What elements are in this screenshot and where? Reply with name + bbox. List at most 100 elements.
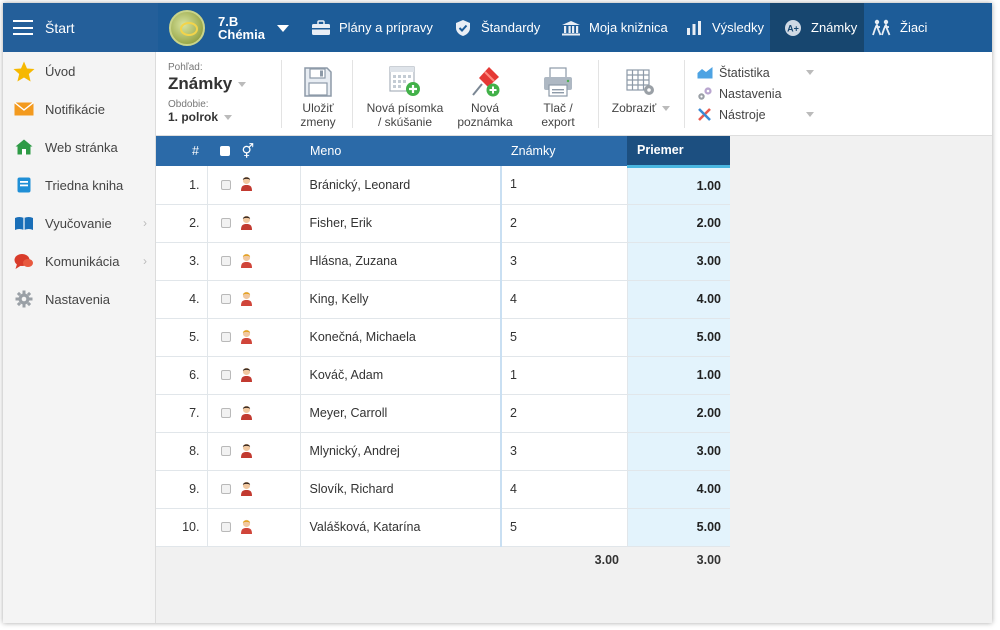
sidebar-item-intro[interactable]: Úvod [3, 52, 155, 90]
row-select-cell [207, 242, 301, 281]
table-row[interactable]: 4. King, Kelly 4 4.00 [156, 280, 730, 319]
student-name[interactable]: Valášková, Katarína [300, 508, 502, 547]
student-grade-cell[interactable]: 1 [500, 356, 628, 395]
student-name[interactable]: Bránický, Leonard [300, 166, 502, 205]
tab-library[interactable]: Moja knižnica [560, 3, 670, 52]
row-number: 8. [156, 432, 208, 471]
sidebar-item-teaching[interactable]: Vyučovanie › [3, 204, 155, 242]
row-number: 6. [156, 356, 208, 395]
toolbar-side-menu: Štatistika Nastavenia Nástroje [696, 62, 814, 125]
period-selector[interactable]: 1. polrok [168, 110, 246, 124]
table-row[interactable]: 1. Bránický, Leonard 1 1.00 [156, 166, 730, 205]
student-grade-cell[interactable]: 2 [500, 204, 628, 243]
row-checkbox[interactable] [220, 408, 231, 418]
new-exam-button[interactable]: Nová písomka / skúšanie [361, 62, 449, 129]
print-export-button[interactable]: Tlač / export [525, 62, 591, 129]
sidebar-item-notifications[interactable]: Notifikácie [3, 90, 155, 128]
student-grade-cell[interactable]: 5 [500, 508, 628, 547]
hamburger-menu-icon [13, 20, 33, 35]
chevron-down-icon [224, 115, 233, 121]
student-average: 5.00 [627, 508, 730, 547]
display-button[interactable]: Zobraziť [605, 62, 677, 115]
row-checkbox[interactable] [220, 370, 231, 380]
tab-plans[interactable]: Plány a prípravy [310, 3, 447, 52]
gears-icon [696, 86, 713, 101]
toolbar-divider [281, 60, 282, 128]
row-checkbox[interactable] [220, 218, 231, 228]
settings-menu[interactable]: Nastavenia [696, 83, 814, 104]
student-grade-cell[interactable]: 3 [500, 432, 628, 471]
student-name[interactable]: Meyer, Carroll [300, 394, 502, 433]
sidebar-item-settings[interactable]: Nastavenia [3, 280, 155, 318]
student-name[interactable]: Konečná, Michaela [300, 318, 502, 357]
row-checkbox[interactable] [220, 522, 231, 532]
row-checkbox[interactable] [220, 484, 231, 494]
period-value: 1. polrok [168, 110, 219, 124]
tab-standards[interactable]: Štandardy [452, 3, 556, 52]
student-name[interactable]: Hlásna, Zuzana [300, 242, 502, 281]
start-menu-button[interactable]: Štart [3, 3, 158, 52]
column-header-average[interactable]: Priemer [627, 136, 730, 168]
row-checkbox[interactable] [220, 256, 231, 266]
row-checkbox[interactable] [220, 179, 231, 190]
column-header-name[interactable]: Meno [300, 136, 501, 166]
view-selector[interactable]: Známky [168, 74, 247, 94]
gender-symbol-icon: ⚥ [241, 142, 255, 159]
sidebar-item-communication[interactable]: Komunikácia › [3, 242, 155, 280]
row-number: 7. [156, 394, 208, 433]
table-row[interactable]: 3. Hlásna, Zuzana 3 3.00 [156, 242, 730, 281]
save-changes-button[interactable]: Uložiť zmeny [293, 62, 343, 129]
table-row[interactable]: 5. Konečná, Michaela 5 5.00 [156, 318, 730, 357]
select-all-checkbox[interactable] [220, 146, 230, 156]
column-header-grades[interactable]: Známky [501, 136, 627, 166]
student-grade-cell[interactable]: 1 [500, 166, 628, 205]
student-grade-cell[interactable]: 2 [500, 394, 628, 433]
star-icon [13, 61, 35, 81]
sidebar-item-website[interactable]: Web stránka [3, 128, 155, 166]
table-row[interactable]: 7. Meyer, Carroll 2 2.00 [156, 394, 730, 433]
row-checkbox[interactable] [220, 332, 231, 342]
statistics-menu[interactable]: Štatistika [696, 62, 814, 83]
table-row[interactable]: 10. Valášková, Katarína 5 5.00 [156, 508, 730, 547]
table-row[interactable]: 6. Kováč, Adam 1 1.00 [156, 356, 730, 395]
student-average: 3.00 [627, 432, 730, 471]
tools-menu[interactable]: Nástroje [696, 104, 814, 125]
new-note-button[interactable]: Nová poznámka [454, 62, 516, 129]
tab-grades[interactable]: A+ Známky [770, 3, 864, 52]
sidebar-item-classbook[interactable]: Triedna kniha [3, 166, 155, 204]
envelope-icon [13, 99, 35, 119]
tab-students[interactable]: Žiaci [871, 3, 941, 52]
period-caption: Obdobie: [168, 99, 209, 110]
table-row[interactable]: 2. Fisher, Erik 2 2.00 [156, 204, 730, 243]
row-checkbox[interactable] [220, 294, 231, 304]
student-average: 1.00 [627, 356, 730, 395]
student-name[interactable]: Fisher, Erik [300, 204, 502, 243]
class-selector[interactable]: 7.B Chémia [169, 6, 289, 50]
student-grade-cell[interactable]: 4 [500, 280, 628, 319]
student-name[interactable]: Slovík, Richard [300, 470, 502, 509]
student-grade-cell[interactable]: 4 [500, 470, 628, 509]
student-grade-cell[interactable]: 5 [500, 318, 628, 357]
class-dropdown-caret-icon [276, 24, 289, 32]
student-name[interactable]: Kováč, Adam [300, 356, 502, 395]
student-name[interactable]: Mlynický, Andrej [300, 432, 502, 471]
chevron-right-icon: › [143, 254, 147, 268]
chevron-down-icon [662, 106, 671, 112]
area-chart-icon [696, 65, 713, 80]
student-avatar-icon [240, 442, 253, 461]
row-number: 2. [156, 204, 208, 243]
footer-average: 3.00 [627, 546, 730, 574]
student-grade-cell[interactable]: 3 [500, 242, 628, 281]
sidebar-item-label: Nastavenia [45, 291, 111, 307]
column-header-number[interactable]: # [156, 136, 207, 166]
row-checkbox[interactable] [220, 446, 231, 456]
book-icon [13, 175, 35, 195]
toolbar: Pohľad: Známky Obdobie: 1. polrok Uložiť… [156, 52, 992, 136]
tab-grades-label: Známky [811, 20, 858, 35]
student-avatar-icon [240, 290, 253, 309]
student-name[interactable]: King, Kelly [300, 280, 502, 319]
students-icon [871, 19, 893, 37]
tab-results[interactable]: Výsledky [683, 3, 768, 52]
table-row[interactable]: 9. Slovík, Richard 4 4.00 [156, 470, 730, 509]
table-row[interactable]: 8. Mlynický, Andrej 3 3.00 [156, 432, 730, 471]
